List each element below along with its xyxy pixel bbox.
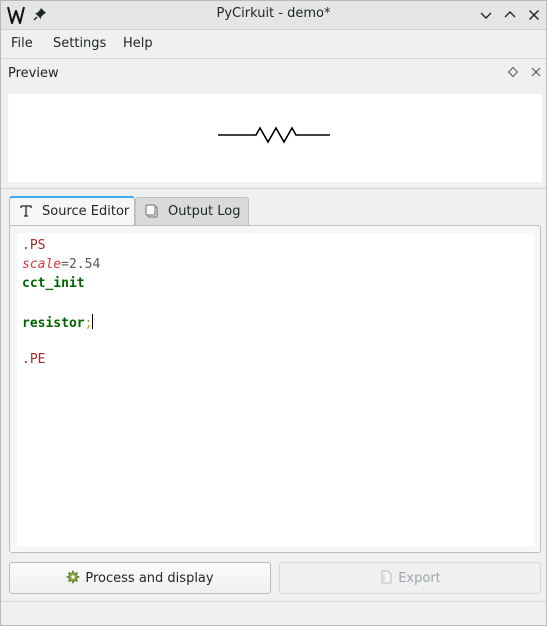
code-line: .PS	[22, 238, 45, 257]
close-icon[interactable]	[526, 7, 542, 23]
splitter-handle[interactable]	[0, 188, 547, 189]
code-token: cct_init	[22, 276, 85, 291]
chevron-up-icon[interactable]	[502, 7, 518, 23]
preview-canvas	[8, 94, 542, 182]
text-icon	[20, 205, 32, 217]
divider	[0, 58, 547, 59]
process-and-display-button[interactable]: Process and display	[9, 562, 271, 594]
preview-title: Preview	[8, 66, 59, 81]
tab-output-log[interactable]: Output Log	[135, 197, 249, 226]
menu-settings[interactable]: Settings	[53, 36, 106, 51]
code-line: scale=2.54	[22, 257, 100, 276]
source-editor[interactable]: .PS scale=2.54 cct_init resistor; .PE	[17, 233, 534, 546]
status-bar	[0, 601, 547, 626]
process-button-label: Process and display	[85, 571, 214, 586]
code-line: resistor;	[22, 314, 94, 333]
tab-source-editor[interactable]: Source Editor	[9, 196, 135, 226]
tab-label: Source Editor	[42, 204, 130, 219]
chevron-down-icon[interactable]	[478, 7, 494, 23]
code-token: =2.54	[61, 257, 101, 272]
resistor-symbol	[218, 126, 330, 144]
title-bar: PyCirkuit - demo*	[0, 0, 547, 30]
code-token: ;	[84, 316, 93, 331]
menu-help[interactable]: Help	[123, 36, 153, 51]
export-button[interactable]: Export	[279, 562, 541, 594]
window-title: PyCirkuit - demo*	[216, 6, 331, 21]
gear-icon	[66, 570, 80, 584]
document-icon	[381, 570, 392, 584]
code-line: .PE	[22, 352, 45, 371]
text-cursor	[92, 314, 94, 329]
code-token: .PS	[22, 238, 46, 253]
close-icon[interactable]	[530, 66, 542, 78]
code-token: .PE	[22, 352, 46, 367]
code-token: resistor	[22, 316, 85, 331]
log-icon	[145, 204, 158, 218]
tab-label: Output Log	[168, 204, 241, 219]
code-token: scale	[22, 257, 62, 272]
menu-file[interactable]: File	[11, 36, 33, 51]
code-line: cct_init	[22, 276, 85, 295]
menu-bar: File Settings Help	[0, 30, 547, 58]
float-icon[interactable]	[507, 66, 519, 78]
export-button-label: Export	[398, 571, 441, 586]
